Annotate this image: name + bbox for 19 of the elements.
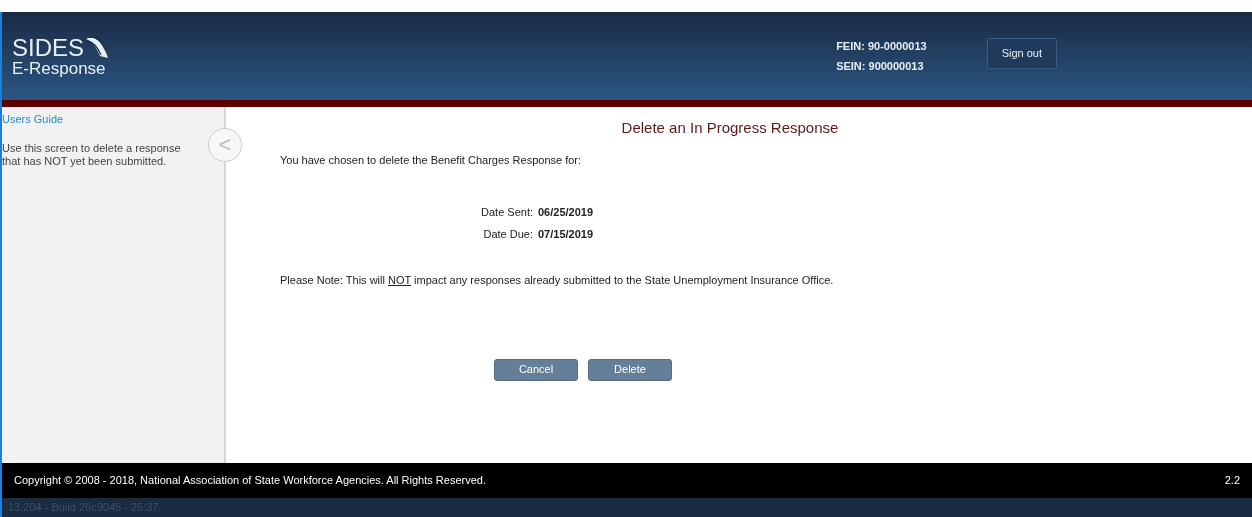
sein-label: SEIN: 900000013 xyxy=(836,59,925,74)
version-text: 2.2 xyxy=(1224,473,1240,489)
logo-title: SIDES xyxy=(12,35,85,60)
field-value: 06/25/2019 xyxy=(538,205,594,220)
logo-icon xyxy=(84,35,111,60)
field-label: Date Sent: xyxy=(480,205,533,220)
logo-subtitle: E-Response xyxy=(12,59,107,77)
users-guide-link[interactable]: Users Guide xyxy=(2,111,64,128)
intro-text: You have chosen to delete the Benefit Charges Response for: xyxy=(280,152,583,168)
help-text: Use this screen to delete a response that has NOT yet been submitted. xyxy=(2,141,182,169)
page-title: Delete an In Progress Response xyxy=(620,118,840,138)
sign-out-button[interactable]: Sign out xyxy=(986,38,1057,69)
note-text: Please Note: This will NOT impact any responses already submitted to the State Unemployment Insurance Office. xyxy=(280,273,835,288)
field-label: Date Due: xyxy=(482,226,533,242)
field-value: 07/15/2019 xyxy=(538,226,594,242)
action-button[interactable]: Cancel xyxy=(494,358,578,381)
fein-label: FEIN: 90-0000013 xyxy=(836,38,927,54)
copyright-text: Copyright © 2008 - 2018, National Association of State Workforce Agencies. All Rights Reserved. xyxy=(14,473,486,489)
action-button[interactable]: Delete xyxy=(588,358,672,381)
